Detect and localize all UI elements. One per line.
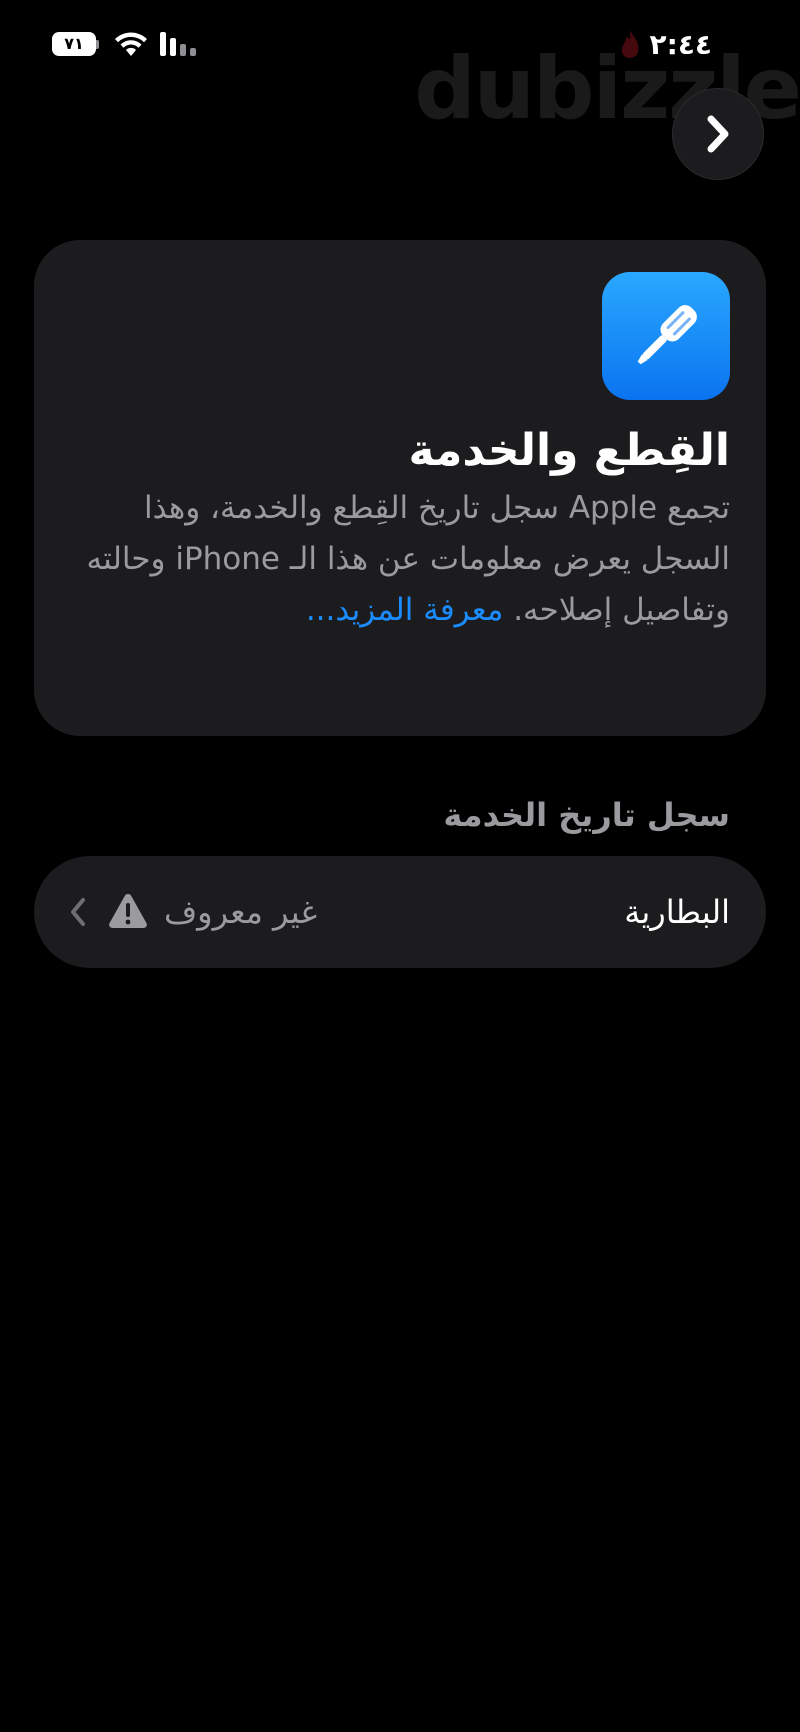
back-button[interactable] [672,88,764,180]
screwdriver-icon [637,305,697,365]
cellular-signal-icon [160,32,196,56]
battery-row[interactable]: البطارية غير معروف [34,856,766,968]
status-time: ٢:٤٤ [649,28,712,61]
battery-level: ٧١ [64,34,84,53]
battery-tip [96,40,99,49]
parts-service-card: القِطع والخدمة تجمع Apple سجل تاريخ القِ… [34,240,766,736]
chevron-left-icon [71,898,85,926]
parts-service-app-icon [602,272,730,400]
status-bar: ٧١ dubizzle ٢:٤٤ [0,28,800,132]
card-description: تجمع Apple سجل تاريخ القِطع والخدمة، وهذ… [70,483,730,636]
service-history-header: سجل تاريخ الخدمة [443,796,730,834]
battery-indicator: ٧١ [52,32,96,56]
learn-more-link[interactable]: معرفة المزيد... [306,592,504,628]
chevron-right-icon [707,115,729,153]
warning-icon [109,894,147,928]
wifi-icon [115,32,147,56]
card-title: القِطع والخدمة [408,425,730,476]
battery-row-label: البطارية [624,893,730,931]
battery-row-status: غير معروف [164,893,318,931]
